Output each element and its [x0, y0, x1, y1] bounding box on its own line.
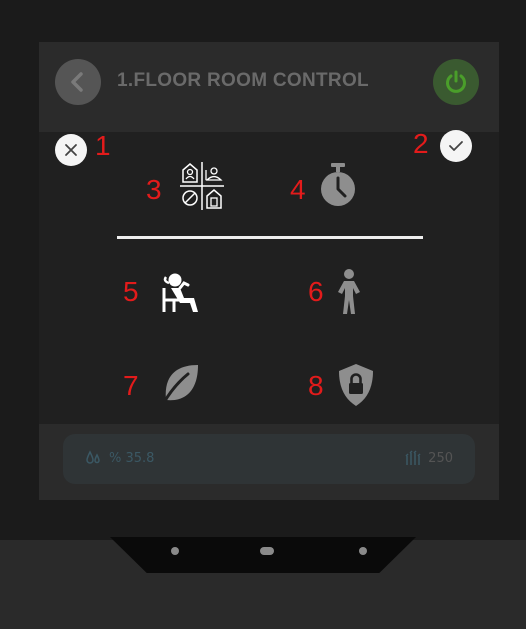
- annotation-protection: 8: [308, 370, 324, 401]
- device-bezel: [110, 537, 416, 573]
- annotation-standby: 6: [308, 276, 324, 307]
- confirm-button[interactable]: [440, 130, 472, 162]
- page-title: 1.FLOOR ROOM CONTROL: [117, 70, 369, 91]
- sensor-status-bar: % 35.8 250: [63, 434, 475, 484]
- close-icon: [65, 144, 77, 156]
- timer-button[interactable]: [318, 160, 358, 214]
- annotation-room-modes: 3: [146, 174, 162, 205]
- protection-mode-button[interactable]: [336, 362, 376, 412]
- co2-icon: [405, 450, 421, 465]
- shield-lock-icon: [339, 364, 373, 406]
- section-divider: [117, 236, 423, 239]
- power-icon: [446, 70, 466, 93]
- annotation-confirm: 2: [413, 128, 429, 159]
- chevron-left-icon: [71, 72, 83, 92]
- power-button: [433, 59, 479, 105]
- humidity-icon: [86, 450, 100, 464]
- annotation-close: 1: [95, 130, 111, 161]
- stopwatch-icon: [321, 163, 355, 206]
- mode-selection-panel: [39, 132, 499, 424]
- standby-mode-button[interactable]: [334, 268, 364, 320]
- humidity-value: % 35.8: [109, 450, 155, 466]
- co2-readout: 250: [404, 450, 453, 466]
- eco-mode-button[interactable]: [160, 362, 202, 410]
- indicator-led-center: [260, 547, 274, 555]
- relaxing-person-icon: [162, 273, 198, 312]
- indicator-led-right: [359, 547, 367, 555]
- room-modes-button[interactable]: [178, 160, 226, 216]
- back-button: [55, 59, 101, 105]
- checkmark-icon: [449, 141, 463, 151]
- room-grid-icon: [180, 162, 224, 210]
- annotation-comfort: 5: [123, 276, 139, 307]
- touch-screen: 1.FLOOR ROOM CONTROL % 35.8 250: [39, 42, 499, 500]
- leaf-icon: [161, 365, 198, 406]
- humidity-readout: % 35.8: [85, 450, 154, 466]
- indicator-led-left: [171, 547, 179, 555]
- close-button[interactable]: [55, 134, 87, 166]
- annotation-timer: 4: [290, 174, 306, 205]
- standing-person-icon: [338, 269, 360, 314]
- comfort-mode-button[interactable]: [160, 270, 204, 320]
- annotation-eco: 7: [123, 370, 139, 401]
- co2-value: 250: [428, 450, 453, 466]
- background-header: 1.FLOOR ROOM CONTROL: [39, 42, 499, 122]
